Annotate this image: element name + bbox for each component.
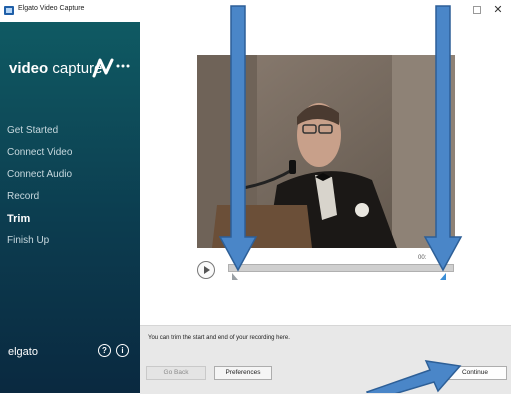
preferences-button[interactable]: Preferences (214, 366, 272, 380)
logo-bold: video (9, 60, 49, 77)
trim-end-handle[interactable] (440, 273, 446, 280)
sidebar: video capture Get Started Connect Video … (0, 22, 140, 393)
info-icon[interactable]: i (116, 344, 129, 357)
trim-start-handle[interactable] (232, 273, 238, 280)
trim-hint-text: You can trim the start and end of your r… (148, 335, 290, 341)
sidebar-item-connect-audio[interactable]: Connect Audio (7, 164, 72, 186)
maximize-icon[interactable] (469, 3, 485, 17)
play-button[interactable] (197, 261, 215, 279)
title-bar: Elgato Video Capture ✕ (0, 0, 511, 22)
continue-button[interactable]: Continue (443, 366, 507, 380)
sidebar-item-trim[interactable]: Trim (7, 208, 72, 230)
time-readout: 00: (418, 255, 427, 261)
elgato-brand: elgato (8, 346, 38, 358)
sidebar-nav: Get Started Connect Video Connect Audio … (7, 120, 72, 252)
app-icon (4, 6, 14, 15)
sidebar-item-finish-up[interactable]: Finish Up (7, 230, 72, 252)
sidebar-item-connect-video[interactable]: Connect Video (7, 142, 72, 164)
close-icon[interactable]: ✕ (490, 3, 506, 17)
help-icon[interactable]: ? (98, 344, 111, 357)
window-title: Elgato Video Capture (18, 5, 85, 12)
video-frame-image (197, 55, 455, 248)
sidebar-item-get-started[interactable]: Get Started (7, 120, 72, 142)
trim-timeline[interactable] (228, 264, 454, 272)
sidebar-item-record[interactable]: Record (7, 186, 72, 208)
go-back-button[interactable]: Go Back (146, 366, 206, 380)
video-preview (197, 55, 455, 248)
logo-wave-icon (92, 58, 130, 78)
app-logo: video capture (9, 60, 102, 77)
